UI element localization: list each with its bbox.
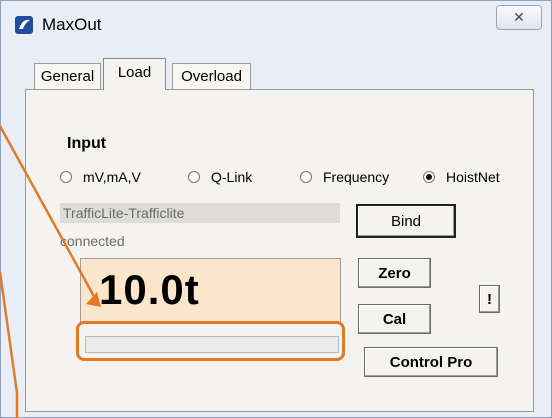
window-title: MaxOut: [42, 15, 102, 34]
tab-general-label: General: [40, 68, 95, 85]
bind-button[interactable]: Bind: [356, 204, 456, 238]
control-pro-button[interactable]: Control Pro: [364, 347, 498, 377]
close-button[interactable]: ✕: [496, 5, 542, 30]
device-name-field: TrafficLite-Trafficlite: [60, 203, 340, 223]
input-heading: Input: [67, 135, 107, 152]
zero-button[interactable]: Zero: [358, 258, 431, 288]
tab-load[interactable]: Load: [103, 58, 166, 90]
radio-mv-ma-v[interactable]: mV,mA,V: [60, 169, 141, 185]
radio-label: Frequency: [323, 169, 390, 185]
radio-q-link[interactable]: Q-Link: [188, 169, 252, 185]
radio-hoistnet[interactable]: HoistNet: [423, 169, 500, 185]
load-value: 10.0t: [99, 266, 200, 313]
radio-circle-icon[interactable]: [300, 171, 312, 183]
radio-label: mV,mA,V: [83, 169, 141, 185]
radio-circle-icon[interactable]: [60, 171, 72, 183]
app-logo-icon: [15, 16, 33, 34]
radio-label: HoistNet: [446, 169, 500, 185]
title-bar[interactable]: MaxOut ✕: [1, 1, 551, 39]
info-button[interactable]: !: [479, 285, 500, 313]
radio-frequency[interactable]: Frequency: [300, 169, 389, 185]
radio-circle-icon[interactable]: [188, 171, 200, 183]
close-icon: ✕: [513, 9, 525, 25]
tab-load-label: Load: [117, 64, 152, 81]
tab-general[interactable]: General: [34, 63, 101, 89]
connection-status: connected: [60, 233, 125, 249]
radio-selected-icon[interactable]: [423, 171, 435, 183]
radio-label: Q-Link: [211, 169, 253, 185]
tab-overload[interactable]: Overload: [172, 63, 251, 89]
annotation-highlight-box: [76, 321, 345, 361]
cal-button[interactable]: Cal: [358, 304, 431, 334]
tab-overload-label: Overload: [181, 68, 242, 85]
